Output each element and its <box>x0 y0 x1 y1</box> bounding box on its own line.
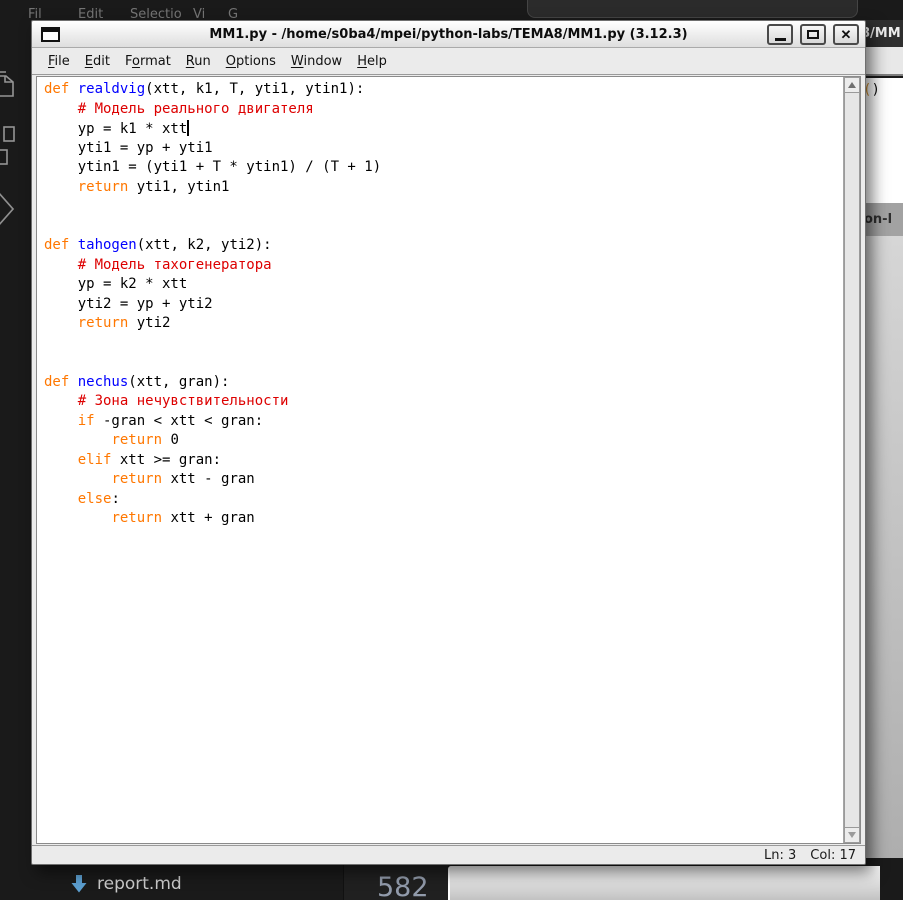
menu-item-options[interactable]: Options <box>219 50 283 73</box>
code-line[interactable]: yti1 = yp + yti1 <box>44 140 843 160</box>
code-line[interactable]: def nechus(xtt, gran): <box>44 374 843 394</box>
vertical-scrollbar <box>843 77 860 843</box>
arrow-down-icon <box>848 832 856 838</box>
code-line[interactable] <box>44 354 843 374</box>
text-cursor <box>187 120 189 136</box>
code-line[interactable]: if -gran < xtt < gran: <box>44 413 843 433</box>
bottom-count-panel: 582 <box>343 865 448 900</box>
code-line[interactable]: yp = k2 * xtt <box>44 276 843 296</box>
background-window-title: 8/MM <box>866 20 903 47</box>
desktop-background: FilEditSelectioViG 8/MM () on-l 582 repo… <box>0 0 903 900</box>
window-controls: ✕ <box>767 24 859 45</box>
chevron-right-icon[interactable] <box>0 190 18 230</box>
minimize-button[interactable] <box>767 24 793 45</box>
count-badge: 582 <box>377 872 429 900</box>
vscode-menubar: FilEditSelectioViG <box>0 0 903 20</box>
code-area[interactable]: def realdvig(xtt, k1, T, yti1, ytin1): #… <box>37 77 843 843</box>
maximize-button[interactable] <box>800 24 826 45</box>
code-line[interactable]: ytin1 = (yti1 + T * ytin1) / (T + 1) <box>44 159 843 179</box>
code-line[interactable]: return yti2 <box>44 315 843 335</box>
status-col: Col: 17 <box>810 848 856 863</box>
arrow-up-icon <box>848 82 856 88</box>
background-window-code: () <box>866 78 903 203</box>
code-line[interactable]: elif xtt >= gran: <box>44 452 843 472</box>
code-line[interactable]: yti2 = yp + yti2 <box>44 296 843 316</box>
code-line[interactable]: else: <box>44 491 843 511</box>
code-line[interactable]: def tahogen(xtt, k2, yti2): <box>44 237 843 257</box>
status-bar: Ln: 3 Col: 17 <box>32 845 865 864</box>
menu-item-edit[interactable]: Edit <box>78 50 117 73</box>
window-icon[interactable] <box>41 27 60 42</box>
close-button[interactable]: ✕ <box>833 24 859 45</box>
maximize-icon <box>807 30 819 39</box>
status-line: Ln: 3 <box>764 848 796 863</box>
download-arrow-icon <box>70 874 88 894</box>
code-line[interactable]: return 0 <box>44 432 843 452</box>
code-line[interactable] <box>44 198 843 218</box>
window-title: MM1.py - /home/s0ba4/mpei/python-labs/TE… <box>209 27 687 42</box>
code-line[interactable] <box>44 335 843 355</box>
background-window-tab: on-l <box>866 203 903 236</box>
scroll-down-button[interactable] <box>844 827 860 843</box>
explorer-files-icon[interactable] <box>0 70 16 98</box>
code-line[interactable]: return xtt + gran <box>44 510 843 530</box>
code-line[interactable]: # Зона нечувствительности <box>44 393 843 413</box>
menu-item-file[interactable]: File <box>41 50 77 73</box>
menu-item-format[interactable]: Format <box>118 50 178 73</box>
close-icon: ✕ <box>841 28 852 41</box>
menu-item-window[interactable]: Window <box>284 50 349 73</box>
menu-item-run[interactable]: Run <box>179 50 218 73</box>
file-label: report.md <box>97 874 182 894</box>
menu-item-help[interactable]: Help <box>350 50 394 73</box>
editor-frame: def realdvig(xtt, k1, T, yti1, ytin1): #… <box>36 76 861 844</box>
background-window-right[interactable]: 8/MM () on-l <box>866 20 903 858</box>
minimize-icon <box>775 38 786 41</box>
code-line[interactable]: def realdvig(xtt, k1, T, yti1, ytin1): <box>44 81 843 101</box>
code-line[interactable]: yp = k1 * xtt <box>44 120 843 140</box>
sidebar-item-report[interactable]: report.md <box>70 868 182 900</box>
scrollbar-thumb[interactable] <box>844 93 860 827</box>
code-line[interactable]: # Модель тахогенератора <box>44 257 843 277</box>
command-center-box[interactable] <box>527 0 858 18</box>
code-line[interactable] <box>44 218 843 238</box>
menu-bar: FileEditFormatRunOptionsWindowHelp <box>32 49 865 75</box>
source-control-squares-icon[interactable] <box>0 126 16 170</box>
idle-window: MM1.py - /home/s0ba4/mpei/python-labs/TE… <box>31 20 866 865</box>
scroll-up-button[interactable] <box>844 77 860 93</box>
background-window-menubar <box>866 47 903 76</box>
background-window-bottom <box>448 866 880 900</box>
titlebar[interactable]: MM1.py - /home/s0ba4/mpei/python-labs/TE… <box>32 21 865 48</box>
code-line[interactable]: return xtt - gran <box>44 471 843 491</box>
code-line[interactable]: # Модель реального двигателя <box>44 101 843 121</box>
code-line[interactable]: return yti1, ytin1 <box>44 179 843 199</box>
background-window-body <box>866 236 903 858</box>
